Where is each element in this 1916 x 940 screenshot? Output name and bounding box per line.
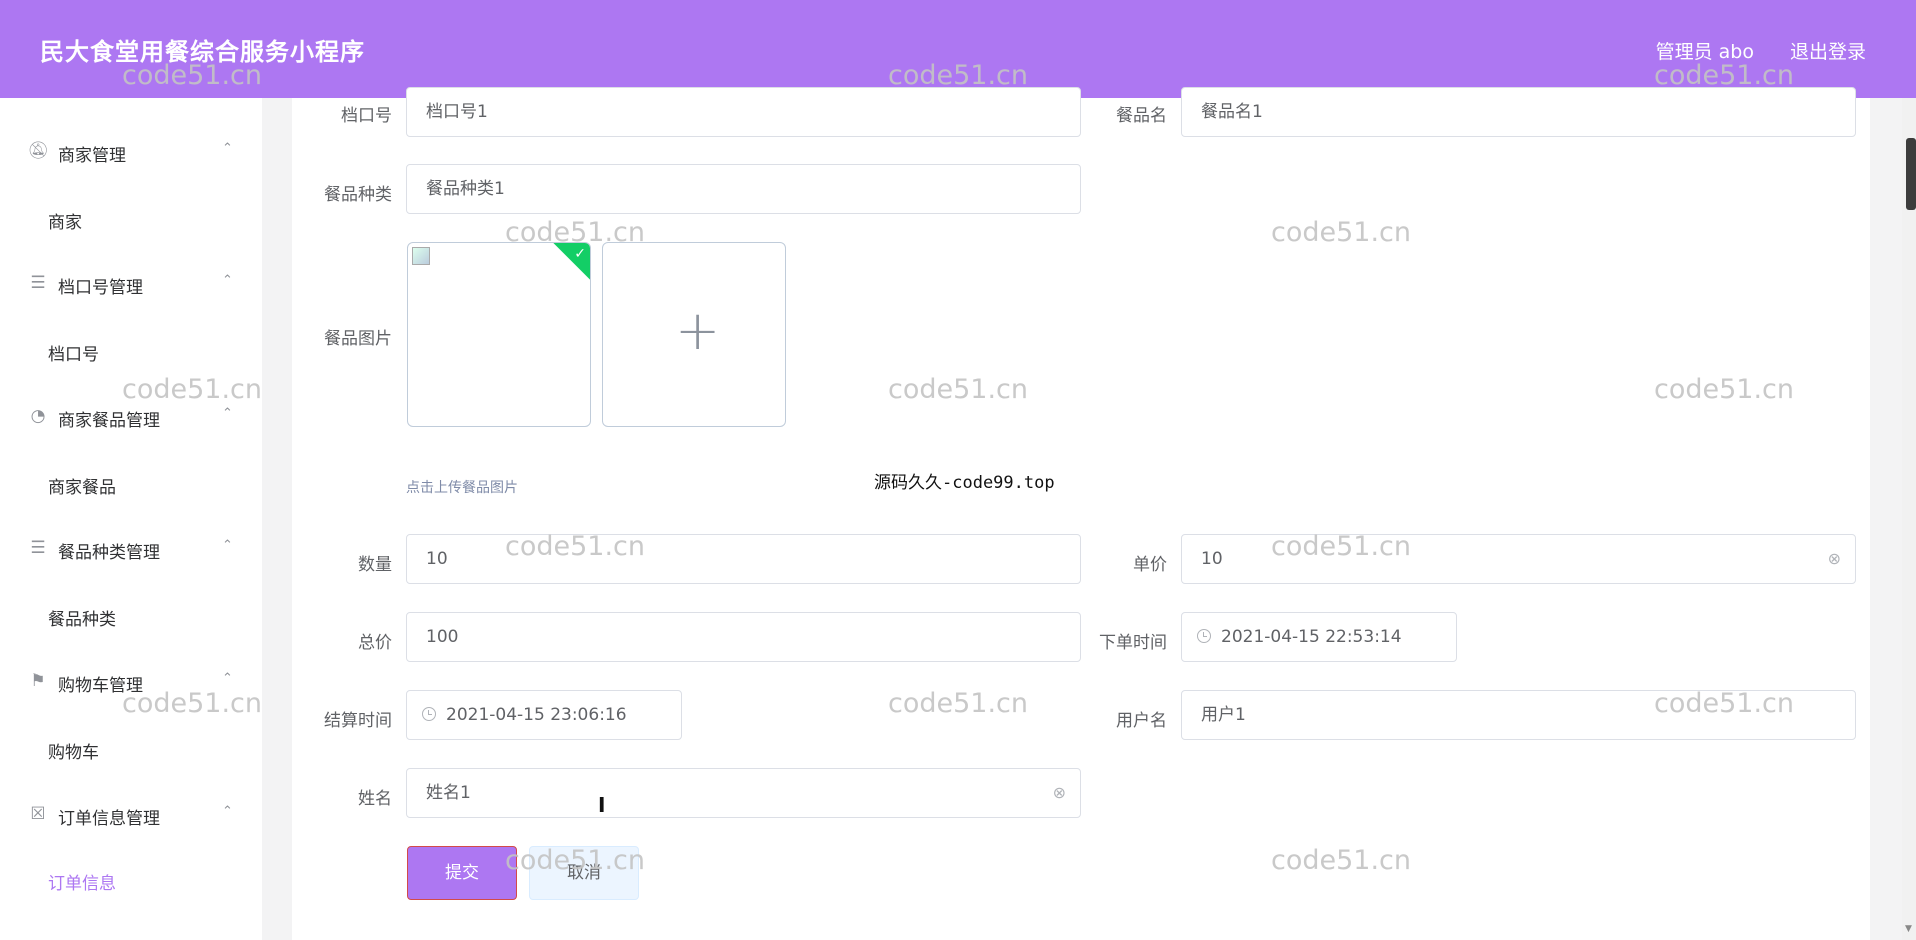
clipboard-icon: ☒ bbox=[30, 804, 46, 824]
app-title: 民大食堂用餐综合服务小程序 bbox=[40, 38, 365, 66]
total-label: 总价 bbox=[358, 633, 392, 653]
sidebar-group-cart[interactable]: ⚑ 购物车管理 ⌃ bbox=[0, 660, 262, 704]
stall-field[interactable]: 档口号1 bbox=[406, 87, 1081, 137]
dish-name-value: 餐品名1 bbox=[1201, 102, 1263, 122]
chevron-up-icon: ⌃ bbox=[222, 671, 233, 686]
stall-label: 档口号 bbox=[341, 106, 392, 126]
chevron-up-icon: ⌃ bbox=[222, 141, 233, 156]
broken-image-icon bbox=[412, 247, 430, 265]
clock-icon bbox=[1197, 629, 1211, 643]
total-value: 100 bbox=[426, 627, 459, 647]
clear-icon[interactable]: ⊗ bbox=[1828, 535, 1841, 583]
settle-time-picker[interactable]: 2021-04-15 23:06:16 bbox=[406, 690, 682, 740]
stall-value: 档口号1 bbox=[426, 102, 488, 122]
dish-type-value: 餐品种类1 bbox=[426, 179, 505, 199]
name-value: 姓名1 bbox=[426, 783, 471, 803]
sidebar-group-merchant[interactable]: 🔕︎ 商家管理 ⌃ bbox=[0, 130, 262, 174]
dish-name-label: 餐品名 bbox=[1116, 106, 1167, 126]
quantity-field[interactable]: 10 bbox=[406, 534, 1081, 584]
unit-price-value: 10 bbox=[1201, 549, 1223, 569]
order-time-value: 2021-04-15 22:53:14 bbox=[1221, 627, 1402, 647]
clear-icon[interactable]: ⊗ bbox=[1053, 769, 1066, 817]
plus-icon: + bbox=[675, 299, 721, 362]
sidebar-group-merchant-dish[interactable]: ◔ 商家餐品管理 ⌃ bbox=[0, 395, 262, 439]
dish-type-label: 餐品种类 bbox=[324, 185, 392, 205]
submit-button[interactable]: 提交 bbox=[407, 846, 517, 900]
username-label: 用户名 bbox=[1116, 711, 1167, 731]
sidebar-group-stall[interactable]: ☰ 档口号管理 ⌃ bbox=[0, 262, 262, 306]
total-field[interactable]: 100 bbox=[406, 612, 1081, 662]
name-field[interactable]: 姓名1 ⊗ bbox=[406, 768, 1081, 818]
chevron-up-icon: ⌃ bbox=[222, 406, 233, 421]
sidebar-item-merchant-dish[interactable]: 商家餐品 bbox=[48, 473, 116, 498]
sidebar-group-label: 商家餐品管理 bbox=[58, 411, 160, 431]
scrollbar-thumb[interactable] bbox=[1906, 138, 1916, 210]
bell-off-icon: 🔕︎ bbox=[27, 141, 49, 161]
quantity-label: 数量 bbox=[358, 555, 392, 575]
settle-time-value: 2021-04-15 23:06:16 bbox=[446, 705, 627, 725]
sidebar-item-cart[interactable]: 购物车 bbox=[48, 738, 99, 763]
order-time-label: 下单时间 bbox=[1099, 633, 1167, 653]
sidebar-item-order-info[interactable]: 订单信息 bbox=[48, 869, 116, 894]
sidebar-group-label: 档口号管理 bbox=[58, 278, 143, 298]
chevron-up-icon: ⌃ bbox=[222, 538, 233, 553]
scroll-down-arrow-icon[interactable]: ▼ bbox=[1905, 924, 1912, 934]
upload-add-button[interactable]: + bbox=[602, 242, 786, 427]
sidebar-group-label: 餐品种类管理 bbox=[58, 543, 160, 563]
clock-icon bbox=[422, 707, 436, 721]
upload-tip: 点击上传餐品图片 bbox=[406, 480, 518, 496]
username-field[interactable]: 用户1 bbox=[1181, 690, 1856, 740]
center-note: 源码久久-code99.top bbox=[874, 473, 1055, 493]
dish-name-field[interactable]: 餐品名1 bbox=[1181, 87, 1856, 137]
check-icon: ✓ bbox=[574, 246, 586, 262]
sidebar: 🔕︎ 商家管理 ⌃ 商家 ☰ 档口号管理 ⌃ 档口号 ◔ 商家餐品管理 ⌃ 商家… bbox=[0, 98, 262, 940]
cancel-button[interactable]: 取消 bbox=[529, 846, 639, 900]
scrollbar[interactable] bbox=[1902, 98, 1916, 940]
sidebar-group-label: 商家管理 bbox=[58, 146, 126, 166]
list-icon: ☰ bbox=[30, 538, 46, 558]
sidebar-group-order[interactable]: ☒ 订单信息管理 ⌃ bbox=[0, 793, 262, 837]
sidebar-item-merchant[interactable]: 商家 bbox=[48, 208, 82, 233]
list-icon: ☰ bbox=[30, 273, 46, 293]
sidebar-item-dish-type[interactable]: 餐品种类 bbox=[48, 605, 116, 630]
text-cursor-icon: I bbox=[598, 793, 606, 817]
chevron-up-icon: ⌃ bbox=[222, 804, 233, 819]
flag-icon: ⚑ bbox=[30, 671, 46, 691]
unit-price-field[interactable]: 10 ⊗ bbox=[1181, 534, 1856, 584]
name-label: 姓名 bbox=[358, 789, 392, 809]
dish-image-label: 餐品图片 bbox=[324, 329, 392, 349]
username-value: 用户1 bbox=[1201, 705, 1246, 725]
logout-link[interactable]: 退出登录 bbox=[1790, 37, 1866, 64]
chevron-up-icon: ⌃ bbox=[222, 273, 233, 288]
uploaded-image-thumbnail[interactable]: ✓ bbox=[407, 242, 591, 427]
settle-time-label: 结算时间 bbox=[324, 711, 392, 731]
unit-price-label: 单价 bbox=[1133, 555, 1167, 575]
compass-icon: ◔ bbox=[30, 406, 46, 426]
top-header: 民大食堂用餐综合服务小程序 管理员 abo 退出登录 bbox=[0, 0, 1916, 98]
dish-type-field[interactable]: 餐品种类1 bbox=[406, 164, 1081, 214]
sidebar-group-label: 购物车管理 bbox=[58, 676, 143, 696]
order-time-picker[interactable]: 2021-04-15 22:53:14 bbox=[1181, 612, 1457, 662]
quantity-value: 10 bbox=[426, 549, 448, 569]
current-user-label: 管理员 abo bbox=[1655, 41, 1754, 63]
sidebar-group-label: 订单信息管理 bbox=[58, 809, 160, 829]
sidebar-item-stall[interactable]: 档口号 bbox=[48, 340, 99, 365]
sidebar-group-dish-type[interactable]: ☰ 餐品种类管理 ⌃ bbox=[0, 527, 262, 571]
